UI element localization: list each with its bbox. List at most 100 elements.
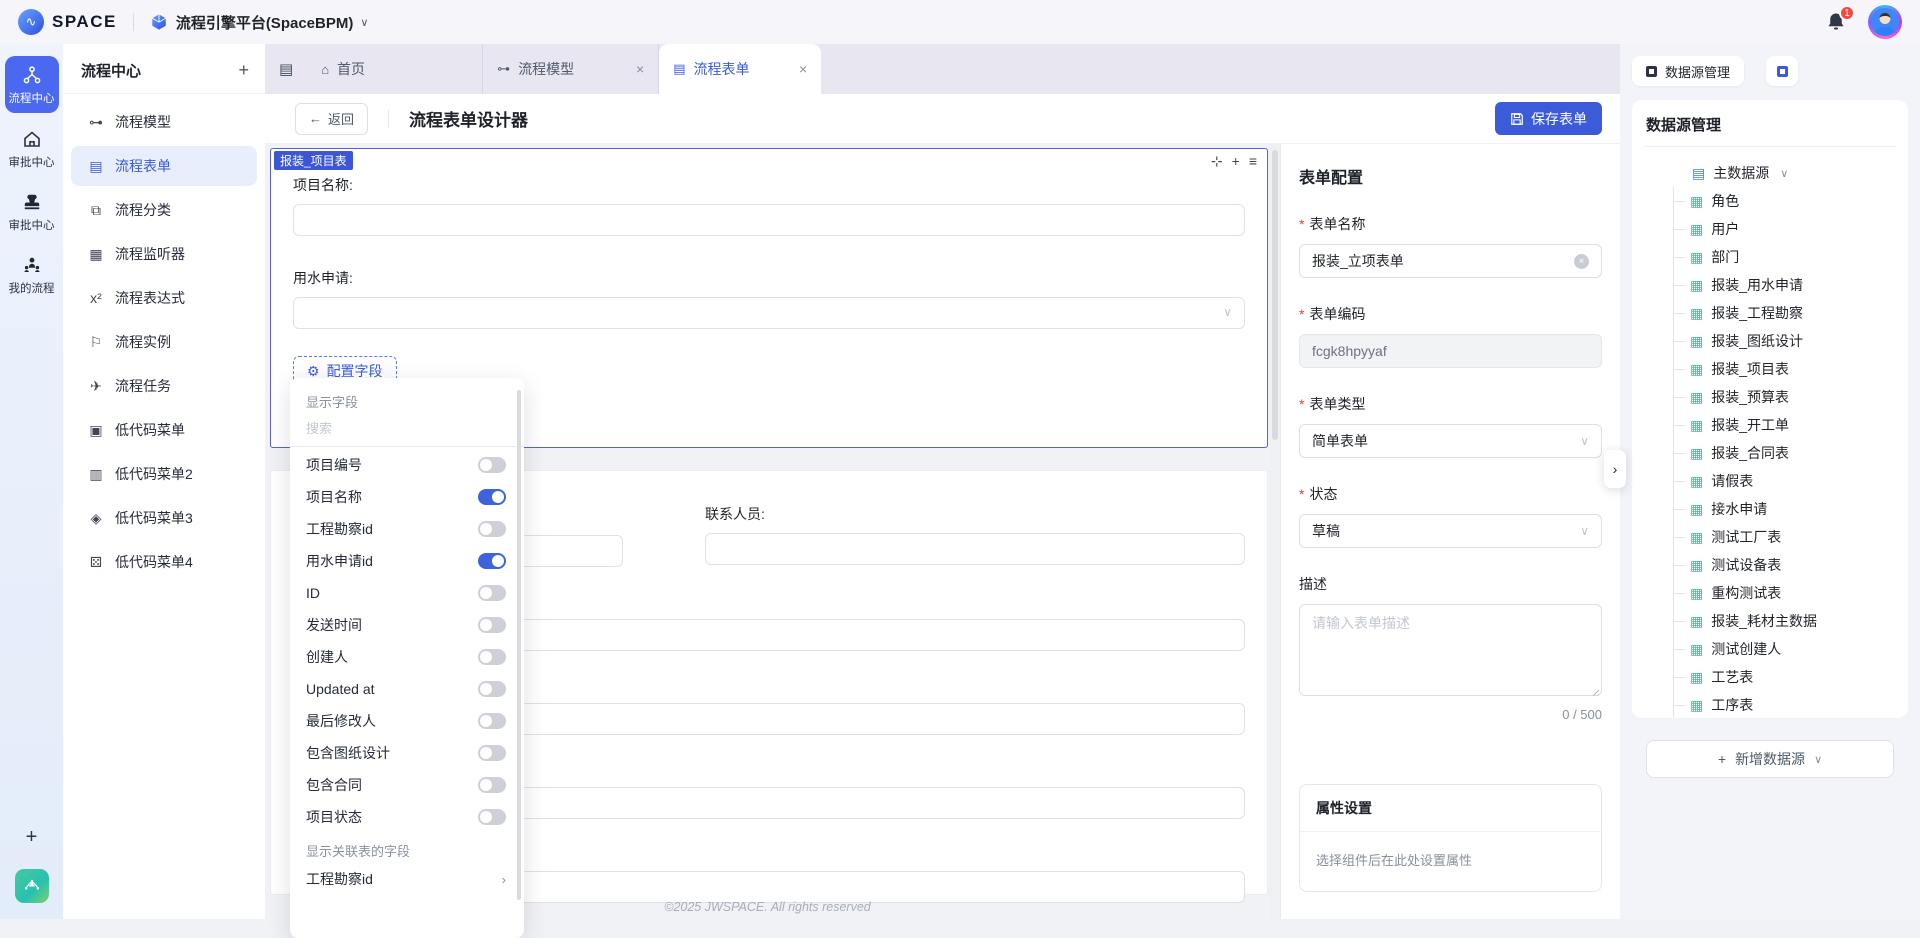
toggle-switch[interactable]	[478, 553, 506, 569]
table-name: 接水申请	[1711, 499, 1767, 519]
contact-person-input[interactable]	[705, 533, 1245, 565]
toggle-switch[interactable]	[478, 585, 506, 601]
sidebar-item[interactable]: ▣ 低代码菜单	[71, 410, 257, 450]
tab[interactable]: ⌂ 首页 ×	[307, 44, 483, 94]
field-toggle-label: 发送时间	[306, 615, 362, 635]
add-field-icon[interactable]: +	[1232, 153, 1240, 170]
datasource-table-item[interactable]: ▦ 报装_用水申请	[1674, 271, 1894, 299]
back-arrow-icon: ←	[309, 111, 322, 126]
save-form-button[interactable]: 保存表单	[1495, 102, 1602, 135]
field-label: 用水申请:	[293, 268, 1245, 288]
form-config-panel: 表单配置 * 表单名称 × * 表单编码 * 表单类型 ∨ * 状态	[1280, 144, 1620, 919]
table-icon: ▦	[1690, 585, 1703, 602]
sidebar: 流程中心 + ⊶ 流程模型 ▤ 流程表单 ⧉ 流程分类	[63, 44, 265, 919]
clear-icon[interactable]: ×	[1574, 254, 1589, 269]
platform-name[interactable]: 流程引擎平台(SpaceBPM)	[176, 12, 354, 33]
project-name-input[interactable]	[293, 204, 1245, 236]
datasource-table-item[interactable]: ▦ 报装_图纸设计	[1674, 327, 1894, 355]
datasource-table-item[interactable]: ▦ 报装_预算表	[1674, 383, 1894, 411]
sidebar-item[interactable]: ⚐ 流程实例	[71, 322, 257, 362]
water-apply-select[interactable]	[293, 297, 1245, 329]
drag-move-icon[interactable]: ⊹	[1211, 153, 1223, 170]
sidebar-item[interactable]: x² 流程表达式	[71, 278, 257, 318]
field-toggle-label: 最后修改人	[306, 711, 376, 731]
toggle-switch[interactable]	[478, 713, 506, 729]
design-tool-icon[interactable]	[15, 869, 49, 903]
datasource-table-item[interactable]: ▦ 测试创建人	[1674, 635, 1894, 663]
back-button[interactable]: ← 返回	[295, 103, 368, 135]
field-search-input[interactable]	[306, 421, 506, 436]
datasource-table-item[interactable]: ▦ 测试工厂表	[1674, 523, 1894, 551]
rail-add-button[interactable]: +	[26, 826, 38, 849]
datasource-table-item[interactable]: ▦ 报装_耗材主数据	[1674, 607, 1894, 635]
sidebar-item[interactable]: ▥ 低代码菜单2	[71, 454, 257, 494]
toggle-switch[interactable]	[478, 681, 506, 697]
toggle-switch[interactable]	[478, 457, 506, 473]
datasource-table-item[interactable]: ▦ 角色	[1674, 187, 1894, 215]
rail-item-approval-center[interactable]: 审批中心	[9, 129, 55, 170]
add-datasource-button[interactable]: + 新增数据源 ∨	[1646, 740, 1894, 778]
sidebar-item[interactable]: ▦ 流程监听器	[71, 234, 257, 274]
field-toggle-row: 项目编号	[290, 449, 524, 481]
datasource-root-node[interactable]: ▤ 主数据源 ∨	[1646, 159, 1894, 187]
table-name: 报装_图纸设计	[1711, 331, 1803, 351]
sidebar-item[interactable]: ⚄ 低代码菜单4	[71, 542, 257, 582]
datasource-card: 数据源管理 ▤ 主数据源 ∨ ▦ 角色 ▦ 用户 ▦ 部门 ▦ 报装_用水申请	[1632, 100, 1908, 718]
toggle-switch[interactable]	[478, 777, 506, 793]
datasource-table-item[interactable]: ▦ 报装_项目表	[1674, 355, 1894, 383]
status-select[interactable]: ∨	[1299, 514, 1602, 548]
datasource-table-item[interactable]: ▦ 用户	[1674, 215, 1894, 243]
sidebar-add-button[interactable]: +	[238, 60, 249, 81]
tab[interactable]: ▤ 流程表单 ×	[659, 44, 821, 94]
avatar[interactable]	[1868, 5, 1902, 39]
form-type-select[interactable]: ∨	[1299, 424, 1602, 458]
toggle-switch[interactable]	[478, 617, 506, 633]
form-name-field[interactable]: ×	[1299, 244, 1602, 278]
datasource-manage-button[interactable]: 数据源管理	[1632, 56, 1744, 86]
toggle-switch[interactable]	[478, 649, 506, 665]
datasource-table-item[interactable]: ▦ 报装_合同表	[1674, 439, 1894, 467]
related-field-item[interactable]: 工程勘察id ›	[290, 862, 524, 896]
rail-item-process-center[interactable]: 流程中心	[5, 56, 59, 113]
tab[interactable]: ⊶ 流程模型 ×	[483, 44, 659, 94]
canvas-scrollbar[interactable]	[1270, 144, 1280, 919]
sidebar-item-icon: ⚄	[87, 554, 105, 571]
notification-bell[interactable]: 1	[1826, 12, 1846, 32]
tab-close-icon[interactable]: ×	[799, 61, 807, 77]
datasource-table-item[interactable]: ▦ 报装_工程勘察	[1674, 299, 1894, 327]
rail-item-my-process[interactable]: 我的流程	[9, 255, 55, 296]
sidebar-item[interactable]: ✈ 流程任务	[71, 366, 257, 406]
status-value	[1312, 523, 1580, 539]
tab-close-icon[interactable]: ×	[636, 61, 644, 77]
chevron-down-icon[interactable]: ∨	[360, 16, 368, 29]
dropdown-scrollbar[interactable]	[517, 390, 521, 900]
top-bar: ∿ SPACE 流程引擎平台(SpaceBPM) ∨ 1	[0, 0, 1920, 44]
form-manager-icon[interactable]: ▤	[279, 60, 293, 78]
panel-collapse-handle[interactable]: ›	[1604, 450, 1626, 488]
datasource-table-item[interactable]: ▦ 工序表	[1674, 691, 1894, 718]
table-name: 工序表	[1711, 695, 1753, 715]
datasource-table-item[interactable]: ▦ 工艺表	[1674, 663, 1894, 691]
datasource-table-item[interactable]: ▦ 报装_开工单	[1674, 411, 1894, 439]
description-textarea[interactable]	[1299, 604, 1602, 696]
datasource-table-item[interactable]: ▦ 请假表	[1674, 467, 1894, 495]
toggle-switch[interactable]	[478, 809, 506, 825]
toggle-switch[interactable]	[478, 745, 506, 761]
sidebar-item[interactable]: ◈ 低代码菜单3	[71, 498, 257, 538]
datasource-table-item[interactable]: ▦ 接水申请	[1674, 495, 1894, 523]
sidebar-item-label: 低代码菜单2	[115, 464, 193, 484]
datasource-mini-button[interactable]	[1766, 56, 1798, 86]
chevron-down-icon: ∨	[1580, 434, 1589, 448]
divider	[133, 13, 134, 31]
rail-item-approval-center-2[interactable]: 审批中心	[9, 192, 55, 233]
sidebar-item[interactable]: ⧉ 流程分类	[71, 190, 257, 230]
toggle-switch[interactable]	[478, 489, 506, 505]
sidebar-item[interactable]: ⊶ 流程模型	[71, 102, 257, 142]
sidebar-item[interactable]: ▤ 流程表单	[71, 146, 257, 186]
toggle-switch[interactable]	[478, 521, 506, 537]
card-menu-icon[interactable]: ≡	[1249, 153, 1257, 170]
datasource-table-item[interactable]: ▦ 部门	[1674, 243, 1894, 271]
datasource-table-item[interactable]: ▦ 测试设备表	[1674, 551, 1894, 579]
datasource-table-item[interactable]: ▦ 重构测试表	[1674, 579, 1894, 607]
form-name-input[interactable]	[1312, 253, 1574, 269]
